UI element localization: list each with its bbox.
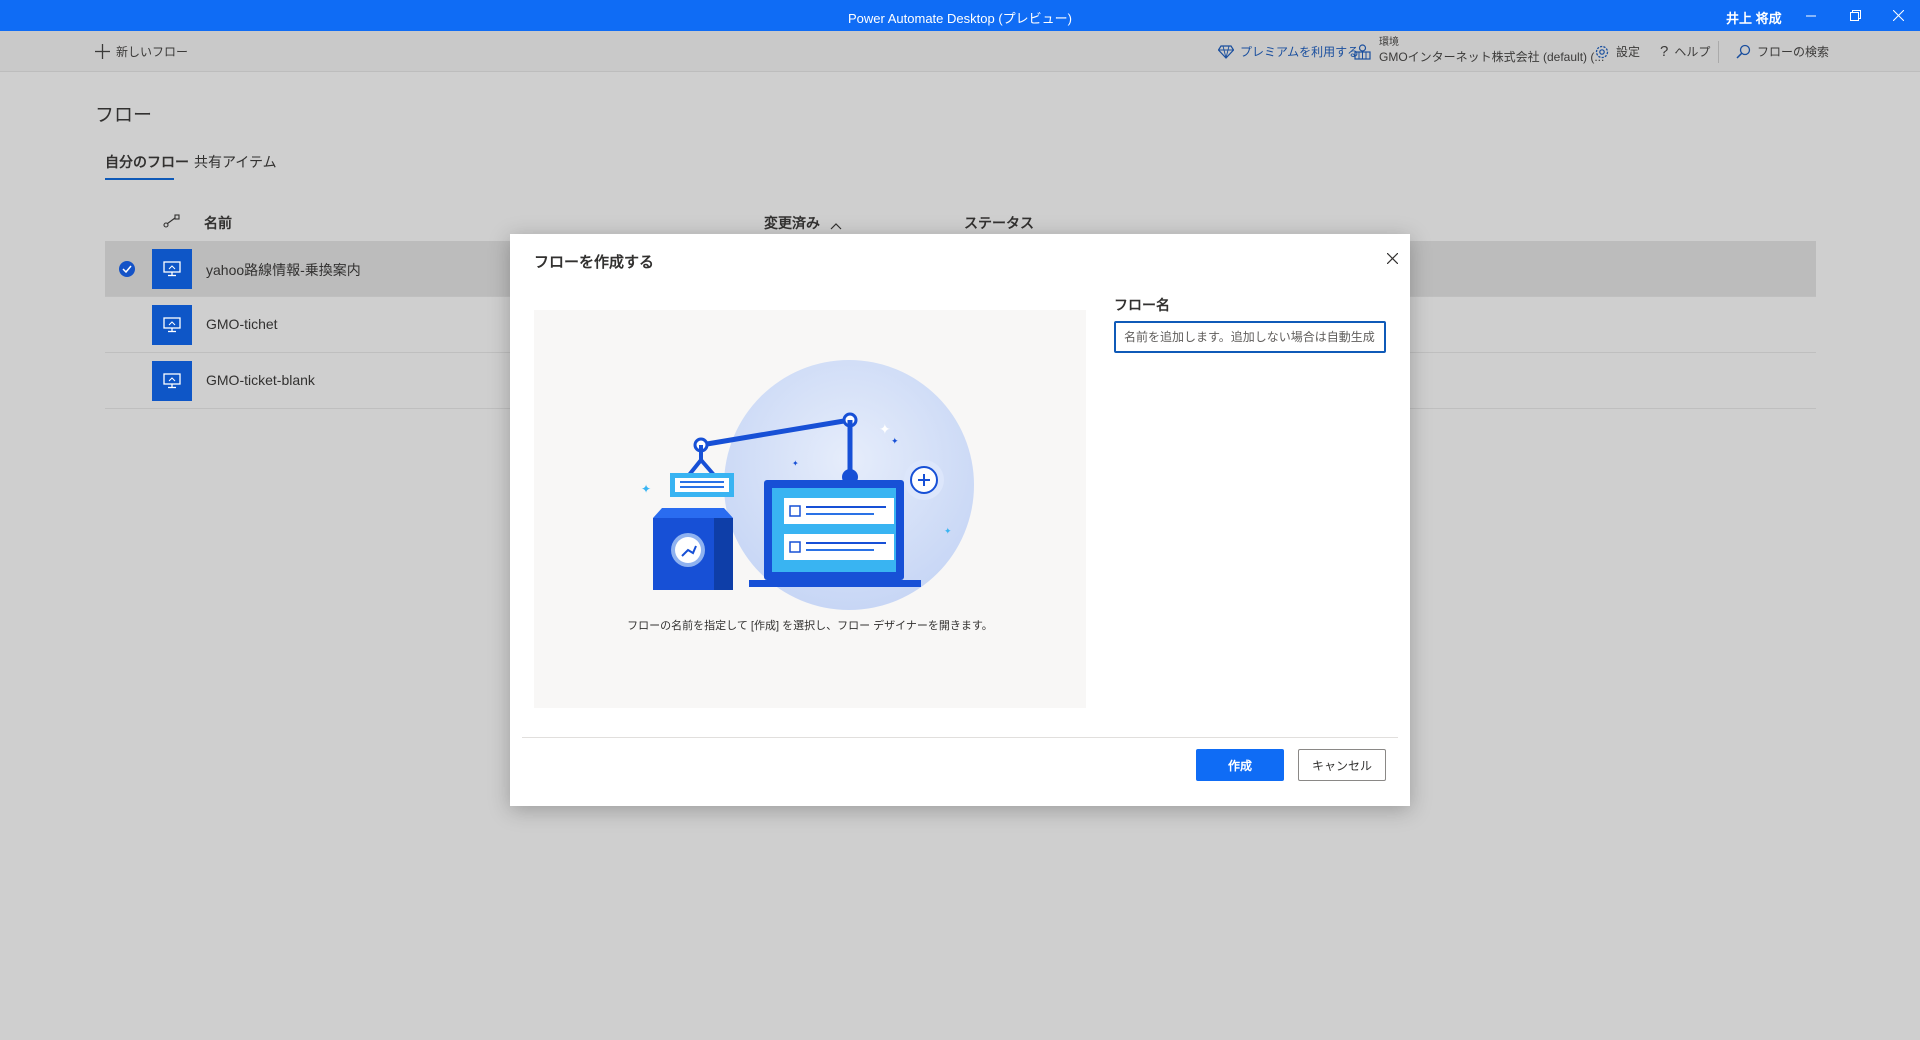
question-icon: ?	[1660, 43, 1669, 60]
close-icon	[1386, 252, 1398, 264]
close-window-button[interactable]	[1876, 0, 1920, 31]
svg-text:✦: ✦	[641, 482, 651, 496]
diamond-icon	[1218, 44, 1234, 59]
checkmark-icon[interactable]	[119, 261, 135, 277]
desktop-flow-icon	[152, 249, 192, 289]
page-title: フロー	[95, 105, 153, 126]
new-flow-label: 新しいフロー	[116, 45, 189, 59]
tab-shared-items[interactable]: 共有アイテム	[194, 152, 277, 172]
flow-name[interactable]: yahoo路線情報-乗換案内	[206, 260, 361, 280]
flow-name-input[interactable]	[1114, 321, 1386, 353]
premium-button[interactable]: プレミアムを利用する	[1218, 31, 1359, 72]
flow-name-label: フロー名	[1114, 297, 1170, 313]
new-flow-button[interactable]: 新しいフロー	[95, 31, 188, 72]
close-icon	[1892, 10, 1904, 21]
toolbar-divider	[1718, 41, 1719, 63]
column-header-modified[interactable]: 変更済み	[764, 213, 820, 233]
user-name[interactable]: 井上 将成	[1726, 8, 1782, 27]
help-button[interactable]: ? ヘルプ	[1660, 31, 1710, 72]
environment-selector[interactable]	[1354, 31, 1377, 72]
column-header-name[interactable]: 名前	[204, 213, 232, 233]
desktop-flow-icon	[152, 305, 192, 345]
flow-name[interactable]: GMO-tichet	[206, 316, 278, 332]
restore-icon	[1849, 10, 1861, 21]
settings-label: 設定	[1616, 45, 1641, 59]
minimize-button[interactable]	[1789, 0, 1833, 31]
help-label: ヘルプ	[1674, 45, 1711, 59]
toolbar: 新しいフロー プレミアムを利用する 環境 GMOインターネット株式会社 (def…	[0, 31, 1920, 72]
gear-icon	[1594, 44, 1610, 60]
illustration-caption: フローの名前を指定して [作成] を選択し、フロー デザイナーを開きます。	[627, 620, 993, 632]
window-title: Power Automate Desktop (プレビュー)	[848, 11, 1072, 26]
flow-type-icon	[163, 214, 181, 233]
environment-icon	[1354, 43, 1371, 60]
plus-icon	[95, 44, 110, 59]
search-label: フローの検索	[1757, 45, 1830, 59]
flow-search[interactable]: フローの検索	[1736, 31, 1829, 72]
svg-text:✦: ✦	[944, 527, 952, 537]
environment-value: GMOインターネット株式会社 (default) (...	[1379, 50, 1605, 64]
minimize-icon	[1806, 15, 1816, 16]
dialog-close-button[interactable]	[1382, 248, 1402, 268]
dialog-footer-divider	[522, 737, 1398, 738]
column-header-status[interactable]: ステータス	[964, 213, 1034, 233]
svg-text:✦: ✦	[891, 437, 899, 447]
flow-designer-illustration: ✦ ✦ ✦ ✦ ✦	[641, 360, 974, 610]
active-tab-indicator	[105, 178, 174, 180]
desktop-flow-icon	[152, 361, 192, 401]
restore-button[interactable]	[1833, 0, 1877, 31]
premium-label: プレミアムを利用する	[1240, 45, 1360, 59]
tab-my-flows[interactable]: 自分のフロー	[105, 152, 189, 172]
settings-button[interactable]: 設定	[1594, 31, 1640, 72]
environment-label: 環境	[1379, 37, 1399, 48]
flow-name[interactable]: GMO-ticket-blank	[206, 372, 315, 388]
dialog-title: フローを作成する	[534, 254, 655, 271]
cancel-button[interactable]: キャンセル	[1298, 749, 1386, 781]
title-bar: Power Automate Desktop (プレビュー) 井上 将成	[0, 0, 1920, 31]
create-button[interactable]: 作成	[1196, 749, 1284, 781]
illustration-panel: ✦ ✦ ✦ ✦ ✦ フローの名前を指定して [作成] を選択し、フロー デザイナ…	[534, 310, 1086, 708]
search-icon	[1736, 44, 1751, 59]
svg-text:✦: ✦	[879, 422, 891, 438]
sort-ascending-icon[interactable]	[830, 217, 842, 235]
svg-text:✦: ✦	[792, 459, 799, 468]
create-flow-dialog: フローを作成する ✦ ✦ ✦ ✦ ✦ フローの名前を指定して [作成] を選択し…	[510, 234, 1410, 806]
environment-info[interactable]: 環境 GMOインターネット株式会社 (default) (...	[1379, 36, 1604, 64]
